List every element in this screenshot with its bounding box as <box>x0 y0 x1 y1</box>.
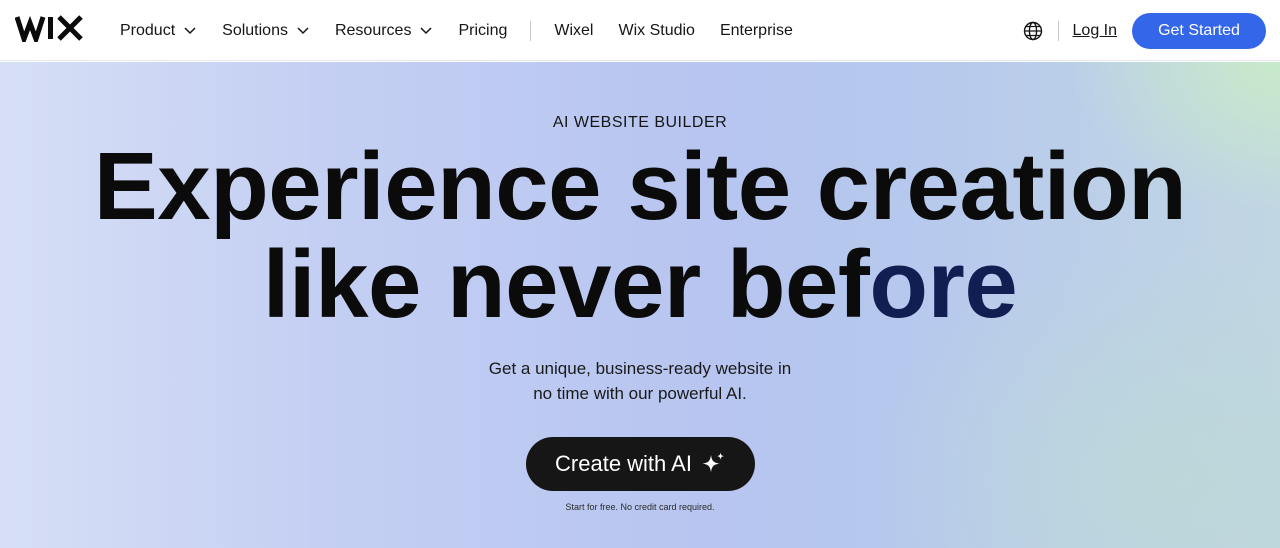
chevron-down-icon <box>297 26 309 35</box>
create-with-ai-button[interactable]: Create with AI <box>526 437 755 491</box>
top-navigation-bar: Product Solutions Resources Pricing Wixe… <box>0 0 1280 61</box>
wix-logo[interactable] <box>14 14 83 47</box>
hero-eyebrow: AI WEBSITE BUILDER <box>552 114 728 131</box>
login-link[interactable]: Log In <box>1073 22 1117 40</box>
nav-enterprise[interactable]: Enterprise <box>720 22 793 40</box>
nav-product-label: Product <box>120 21 176 39</box>
nav-product[interactable]: Product <box>120 22 196 40</box>
headline-accent: ore <box>869 231 1018 338</box>
nav-wix-studio[interactable]: Wix Studio <box>618 22 694 40</box>
nav-solutions[interactable]: Solutions <box>222 22 309 40</box>
get-started-button[interactable]: Get Started <box>1132 12 1266 49</box>
subtitle-line-1: Get a unique, business-ready website in <box>488 359 792 378</box>
nav-wixel[interactable]: Wixel <box>554 22 593 40</box>
cta-note: Start for free. No credit card required. <box>565 502 715 512</box>
hero-subtitle: Get a unique, business-ready website in … <box>440 356 840 406</box>
hero-section: AI WEBSITE BUILDER Experience site creat… <box>0 62 1280 548</box>
nav-solutions-label: Solutions <box>222 21 288 39</box>
chevron-down-icon <box>184 26 196 35</box>
hero-headline: Experience site creation like never befo… <box>0 138 1280 334</box>
chevron-down-icon <box>420 26 432 35</box>
headline-line-1: Experience site creation <box>93 133 1187 240</box>
main-nav: Product Solutions Resources Pricing Wixe… <box>120 0 793 61</box>
headline-line-2: like never bef <box>262 231 870 338</box>
header-actions: Log In Get Started <box>1023 0 1266 61</box>
nav-pricing[interactable]: Pricing <box>458 22 507 40</box>
header-divider <box>1057 20 1059 41</box>
subtitle-line-2: no time with our powerful AI. <box>533 384 747 403</box>
globe-icon[interactable] <box>1023 21 1043 41</box>
nav-resources-label: Resources <box>334 21 412 39</box>
nav-divider <box>530 20 532 41</box>
sparkle-icon <box>700 451 726 477</box>
cta-label: Create with AI <box>555 451 692 476</box>
nav-resources[interactable]: Resources <box>335 22 432 40</box>
